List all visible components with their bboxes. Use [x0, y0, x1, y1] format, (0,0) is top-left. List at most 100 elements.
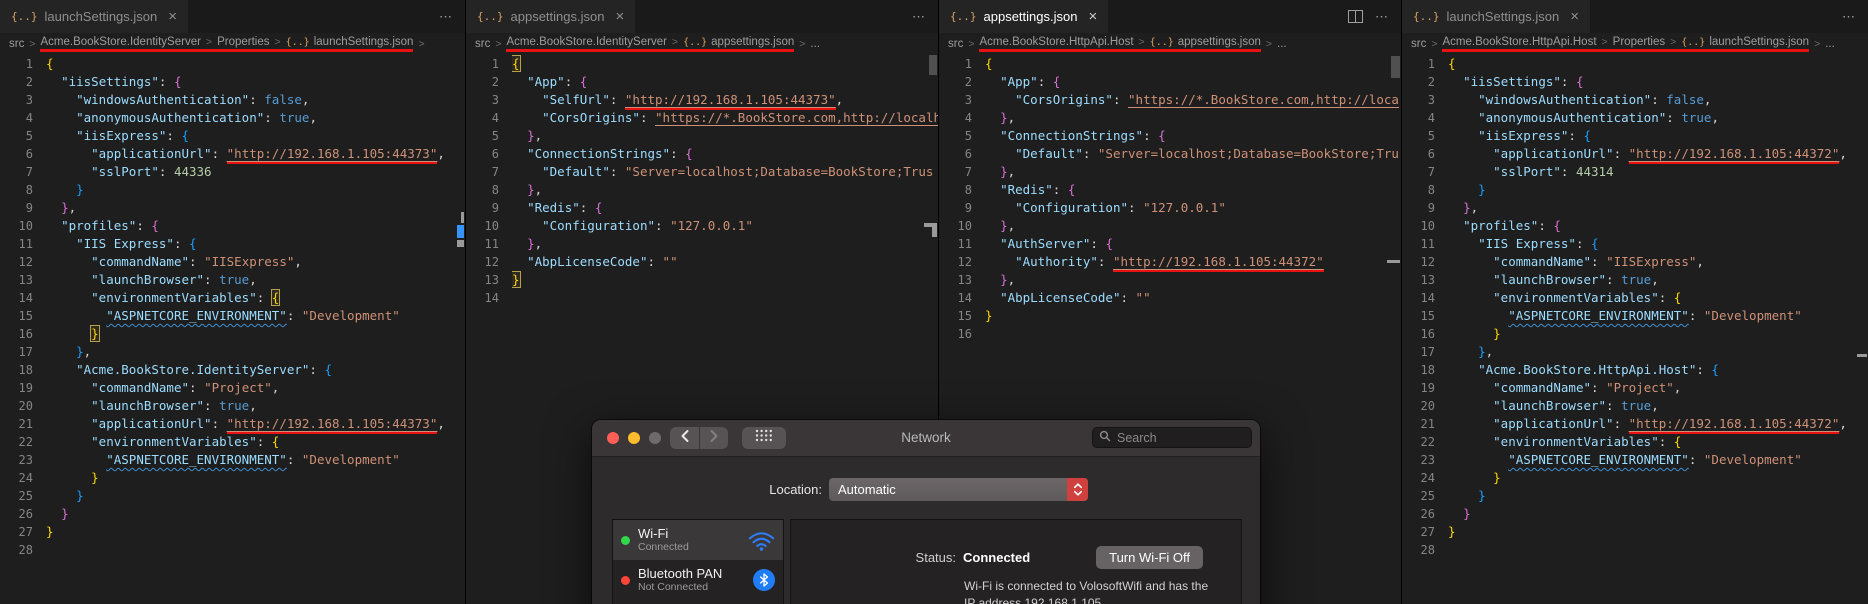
code-line: "AuthServer": { [1000, 236, 1113, 251]
line-number: 23 [1420, 453, 1435, 467]
breadcrumb[interactable]: src > Acme.BookStore.HttpApi.Host > Properti… [1402, 33, 1868, 55]
code-line: "ConnectionStrings": { [527, 146, 693, 161]
code-line: { [985, 56, 993, 71]
breadcrumb[interactable]: src > Acme.BookStore.IdentityServer > {..} ap… [466, 33, 938, 55]
line-number: 16 [1420, 327, 1435, 341]
code-editor[interactable]: 1 2 3 4 5 6 7 8 9 10 11 12 13 14 15 16 17 18 19 20 21 22 23 24 2… [1402, 55, 1868, 604]
search-icon [1099, 429, 1111, 447]
breadcrumb-more[interactable]: ... [810, 38, 820, 50]
wifi-detail-panel: Status: Connected Turn Wi-Fi Off Wi-Fi i… [790, 519, 1242, 604]
breadcrumb-separator: > [1601, 36, 1608, 48]
line-number: 21 [18, 417, 33, 431]
breadcrumb-item[interactable]: appsettings.json [711, 36, 794, 48]
search-field[interactable] [1092, 427, 1252, 448]
code-line: }, [1000, 218, 1016, 233]
more-actions-icon[interactable]: ⋯ [439, 9, 453, 25]
breadcrumb-item[interactable]: Acme.BookStore.HttpApi.Host [979, 36, 1133, 48]
line-number: 14 [1420, 291, 1435, 305]
line-number: 14 [484, 291, 499, 305]
breadcrumb-item[interactable]: Acme.BookStore.IdentityServer [506, 36, 666, 48]
code-line: "Acme.BookStore.HttpApi.Host": { [1478, 362, 1719, 377]
code-line: "applicationUrl": "http://192.168.1.105:… [46, 145, 465, 164]
code-line: "Acme.BookStore.IdentityServer": { [76, 362, 332, 377]
line-number: 12 [957, 255, 972, 269]
code-line: "commandName": "IISExpress", [91, 254, 302, 269]
code-lines: { "iisSettings": { "windowsAuthenticatio… [1448, 55, 1868, 604]
line-number: 6 [964, 147, 972, 161]
overview-ruler-mark [1391, 56, 1400, 78]
line-number: 23 [18, 453, 33, 467]
code-line: "AbpLicenseCode": "" [527, 254, 678, 269]
line-numbers-gutter: 1 2 3 4 5 6 7 8 9 10 11 12 13 14 [466, 55, 512, 604]
breadcrumb-item[interactable]: launchSettings.json [314, 36, 414, 48]
tab-close-icon[interactable]: × [1570, 8, 1579, 25]
tab-close-icon[interactable]: × [1088, 8, 1097, 25]
breadcrumb-root[interactable]: src [9, 38, 24, 50]
tab-close-icon[interactable]: × [615, 8, 624, 25]
breadcrumb-item[interactable]: Properties [1613, 36, 1665, 48]
breadcrumb-item[interactable]: appsettings.json [1178, 36, 1261, 48]
line-number: 5 [1427, 129, 1435, 143]
line-number: 13 [18, 273, 33, 287]
breadcrumb-item[interactable]: Properties [217, 36, 269, 48]
line-number: 2 [491, 75, 499, 89]
line-number: 2 [25, 75, 33, 89]
location-dropdown[interactable]: Automatic [829, 478, 1088, 501]
line-number: 1 [25, 57, 33, 71]
breadcrumb-item[interactable]: Acme.BookStore.HttpApi.Host [1442, 36, 1596, 48]
breadcrumb-annotated-group: Acme.BookStore.HttpApi.Host > {..} appsetti… [979, 36, 1261, 52]
breadcrumb[interactable]: src > Acme.BookStore.HttpApi.Host > {..} apps… [939, 33, 1401, 55]
split-editor-icon[interactable] [1348, 10, 1363, 23]
turn-wifi-off-button[interactable]: Turn Wi-Fi Off [1096, 546, 1203, 569]
tab-appsettings.json[interactable]: {..} appsettings.json × [939, 0, 1109, 33]
code-line: "App": { [527, 74, 588, 89]
tab-launchSettings.json[interactable]: {..} launchSettings.json × [0, 0, 189, 33]
line-number: 3 [25, 93, 33, 107]
more-actions-icon[interactable]: ⋯ [1842, 9, 1856, 25]
breadcrumb-separator: > [205, 36, 213, 48]
code-line: "sslPort": 44314 [1493, 164, 1614, 179]
breadcrumb-annotated-group: Acme.BookStore.IdentityServer > Properties… [40, 36, 414, 52]
json-file-icon: {..} [1681, 36, 1706, 48]
line-number: 26 [1420, 507, 1435, 521]
breadcrumb-root[interactable]: src [475, 38, 490, 50]
more-actions-icon[interactable]: ⋯ [1375, 9, 1389, 25]
breadcrumb-separator: > [1138, 36, 1145, 48]
tab-close-icon[interactable]: × [168, 8, 177, 25]
service-row-wifi[interactable]: Wi-Fi Connected [613, 520, 783, 560]
search-input[interactable] [1115, 429, 1245, 446]
line-number: 9 [491, 201, 499, 215]
breadcrumb-more[interactable]: ... [1825, 38, 1835, 50]
code-line: "profiles": { [61, 218, 159, 233]
overview-ruler-mark [1387, 260, 1400, 263]
line-number: 25 [1420, 489, 1435, 503]
line-number: 7 [491, 165, 499, 179]
breadcrumb-item[interactable]: launchSettings.json [1709, 36, 1809, 48]
tab-appsettings.json[interactable]: {..} appsettings.json × [466, 0, 636, 33]
breadcrumb-annotated-group: Acme.BookStore.HttpApi.Host > Properties > {… [1442, 36, 1810, 52]
breadcrumb-item[interactable]: Acme.BookStore.IdentityServer [40, 36, 200, 48]
tab-launchSettings.json[interactable]: {..} launchSettings.json × [1402, 0, 1591, 33]
line-number: 7 [964, 165, 972, 179]
code-line: "Default": "Server=localhost;Database=Bo… [1015, 146, 1399, 161]
service-row-bluetooth[interactable]: Bluetooth PAN Not Connected [613, 560, 783, 600]
more-actions-icon[interactable]: ⋯ [912, 9, 926, 25]
code-line: "anonymousAuthentication": true, [1478, 110, 1719, 125]
code-line: "environmentVariables": { [1493, 290, 1682, 305]
code-line: }, [1000, 110, 1016, 125]
code-line: "ConnectionStrings": { [1000, 128, 1166, 143]
breadcrumb[interactable]: src > Acme.BookStore.IdentityServer > Proper… [0, 33, 465, 55]
breadcrumb-separator: > [495, 38, 502, 50]
breadcrumb-more[interactable]: ... [1277, 38, 1287, 50]
breadcrumb-root[interactable]: src [1411, 38, 1426, 50]
code-editor[interactable]: 1 2 3 4 5 6 7 8 9 10 11 12 13 14 15 16 17 18 19 20 21 22 23 24 2… [0, 55, 465, 604]
titlebar[interactable]: Network [592, 420, 1260, 457]
code-line: } [1478, 488, 1486, 503]
overview-ruler-mark [1857, 354, 1867, 357]
breadcrumb-separator: > [799, 38, 806, 50]
breadcrumb-root[interactable]: src [948, 38, 963, 50]
json-file-icon: {..} [1149, 36, 1174, 48]
line-number: 25 [18, 489, 33, 503]
